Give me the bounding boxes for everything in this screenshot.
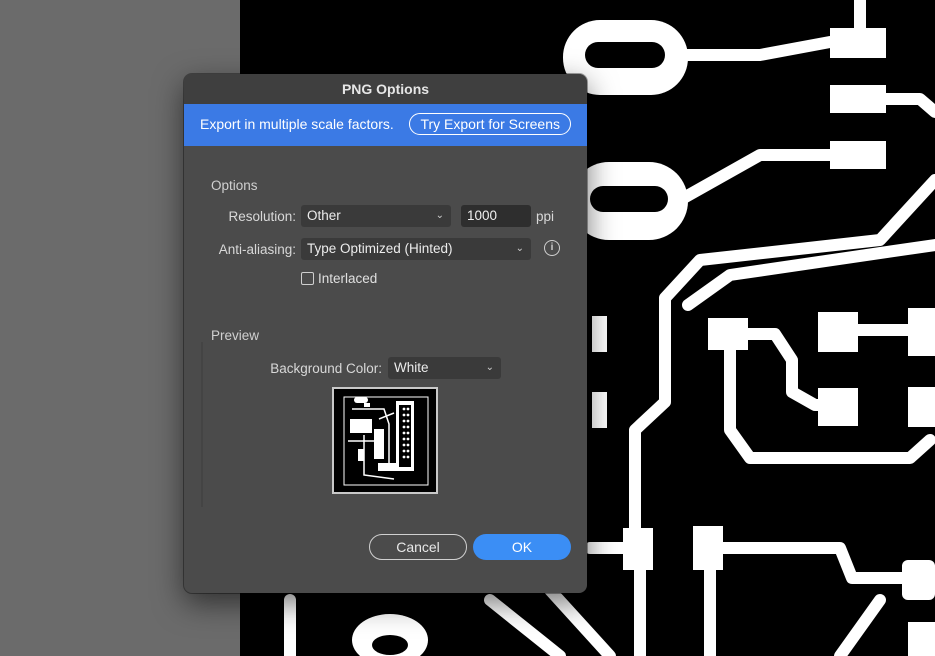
background-color-select[interactable]: White ⌄ xyxy=(388,357,501,379)
options-section-label: Options xyxy=(211,178,258,193)
chevron-down-icon: ⌄ xyxy=(515,243,524,254)
chevron-down-icon: ⌄ xyxy=(485,362,494,373)
promo-text: Export in multiple scale factors. xyxy=(200,116,394,132)
preview-thumbnail xyxy=(332,387,438,494)
preview-section-label: Preview xyxy=(211,328,260,343)
resolution-select-value: Other xyxy=(307,208,341,223)
preview-pcb-artwork xyxy=(343,396,429,486)
anti-aliasing-select-value: Type Optimized (Hinted) xyxy=(307,241,453,256)
resolution-select[interactable]: Other ⌄ xyxy=(301,205,451,227)
ppi-input[interactable]: 1000 xyxy=(461,205,531,227)
ppi-unit-label: ppi xyxy=(536,209,555,224)
interlaced-checkbox[interactable] xyxy=(301,272,314,285)
try-export-for-screens-button[interactable]: Try Export for Screens xyxy=(409,113,571,135)
anti-aliasing-select[interactable]: Type Optimized (Hinted) ⌄ xyxy=(301,238,531,260)
export-promo-banner: Export in multiple scale factors. Try Ex… xyxy=(184,104,587,146)
info-icon[interactable]: i xyxy=(544,240,560,256)
chevron-down-icon: ⌄ xyxy=(435,210,444,221)
interlaced-label[interactable]: Interlaced xyxy=(318,271,377,286)
preview-divider xyxy=(201,342,203,507)
resolution-label: Resolution: xyxy=(228,209,296,224)
anti-aliasing-label: Anti-aliasing: xyxy=(218,242,296,257)
ok-button[interactable]: OK xyxy=(473,534,571,560)
background-color-label: Background Color: xyxy=(270,361,382,376)
dialog-title: PNG Options xyxy=(184,74,587,104)
cancel-button[interactable]: Cancel xyxy=(369,534,467,560)
png-options-dialog: PNG Options Export in multiple scale fac… xyxy=(184,74,587,593)
background-color-select-value: White xyxy=(394,360,429,375)
